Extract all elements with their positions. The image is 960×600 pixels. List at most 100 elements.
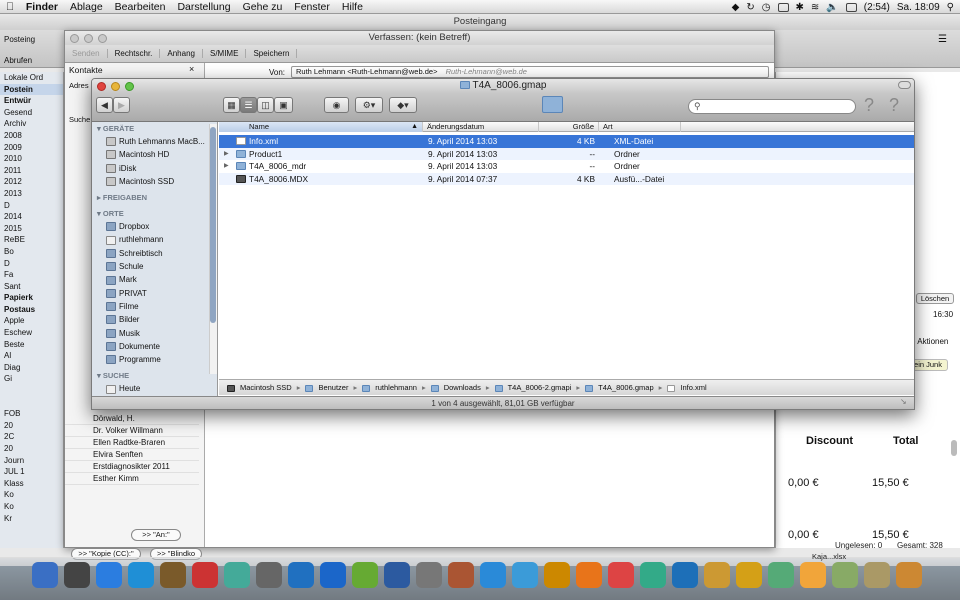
sidebar-item-dropbox[interactable]: Dropbox (92, 220, 217, 233)
sidebar-header-search[interactable]: ▾ SUCHE (92, 369, 217, 382)
dock-firefox-icon[interactable] (576, 562, 602, 588)
sidebar-item-schule[interactable]: Schule (92, 260, 217, 273)
mail-folder-item[interactable]: Bo (0, 246, 63, 258)
path-segment[interactable]: T4A_8006-2.gmapi ▸ (494, 380, 584, 395)
display-icon[interactable] (777, 2, 789, 12)
mail-folder-item[interactable]: Entwür (0, 95, 63, 107)
mail-folder-item[interactable]: Apple (0, 315, 63, 327)
contact-row[interactable]: Dörwald, H. (65, 413, 199, 425)
toolbar-toggle-button[interactable] (898, 81, 911, 89)
apple-menu-icon[interactable]:  (0, 1, 20, 13)
menu-gehe-zu[interactable]: Gehe zu (237, 1, 289, 13)
mail-menu-icon[interactable]: ☰ (938, 34, 947, 45)
coverflow-view-button[interactable]: ▣ (274, 97, 293, 113)
sidebar-item-macintosh-ssd[interactable]: Macintosh SSD (92, 175, 217, 188)
dock-finder-icon[interactable] (32, 562, 58, 588)
mail-folder-item[interactable]: Gi (0, 373, 63, 385)
path-segment[interactable]: Macintosh SSD ▸ (227, 380, 303, 395)
disclosure-triangle-icon[interactable]: ▶ (224, 148, 229, 161)
mail-folder-item[interactable]: 2014 (0, 211, 63, 223)
mail-folder-item[interactable]: 2C (0, 431, 63, 443)
search-input[interactable]: ⚲ (688, 99, 856, 114)
attach-button[interactable]: Anhang (160, 49, 203, 58)
mail-folder-item[interactable]: Fa (0, 269, 63, 281)
save-button[interactable]: Speichern (246, 49, 298, 58)
mail-folder-item[interactable]: 2010 (0, 153, 63, 165)
compose-minimize-button[interactable] (84, 34, 93, 43)
path-segment[interactable]: T4A_8006.gmap ▸ (585, 380, 665, 395)
sidebar-item-today[interactable]: Heute (92, 382, 217, 395)
menu-hilfe[interactable]: Hilfe (336, 1, 369, 13)
sidebar-item-home[interactable]: ruthlehmann (92, 233, 217, 246)
battery-icon[interactable] (845, 2, 857, 12)
menu-ablage[interactable]: Ablage (64, 1, 109, 13)
path-segment[interactable]: Info.xml (667, 380, 707, 395)
column-header-date[interactable]: Änderungsdatum (423, 122, 539, 132)
sync-icon[interactable]: ↻ (746, 2, 754, 13)
sidebar-item-applications[interactable]: Programme (92, 353, 217, 366)
from-select[interactable]: Ruth Lehmann <Ruth-Lehmann@web.de> Ruth-… (291, 66, 769, 78)
resize-grip[interactable]: ↘ (900, 397, 907, 406)
dock-pineapple-icon[interactable] (768, 562, 794, 588)
mail-folder-item[interactable]: Sant (0, 281, 63, 293)
column-header-kind[interactable]: Art (599, 122, 681, 132)
mail-folder-item[interactable]: Gesend (0, 107, 63, 119)
mail-folder-item[interactable]: 2008 (0, 130, 63, 142)
menu-darstellung[interactable]: Darstellung (171, 1, 236, 13)
dock-preview-icon[interactable] (192, 562, 218, 588)
dock-dashboard-icon[interactable] (64, 562, 90, 588)
contact-row[interactable]: Esther Kimm (65, 473, 199, 485)
delete-button[interactable]: Löschen (916, 293, 954, 304)
mail-folder-item[interactable]: Ko (0, 501, 63, 513)
mail-folder-item[interactable]: ReBE (0, 234, 63, 246)
file-row[interactable]: ▶ Product1 9. April 2014 13:03 -- Ordner (219, 147, 914, 161)
sidebar-item-idisk[interactable]: iDisk (92, 162, 217, 175)
mail-folder-item[interactable]: Archiv (0, 118, 63, 130)
menu-fenster[interactable]: Fenster (288, 1, 336, 13)
sidebar-header-shares[interactable]: ▸ FREIGABEN (92, 191, 217, 204)
path-segment[interactable]: Benutzer ▸ (305, 380, 360, 395)
mail-folder-item[interactable]: Eschew (0, 327, 63, 339)
file-row[interactable]: Info.xml 9. April 2014 13:03 4 KB XML-Datei (219, 135, 914, 148)
sidebar-item-documents[interactable]: Dokumente (92, 340, 217, 353)
dock-pencil-icon[interactable] (352, 562, 378, 588)
wifi-icon[interactable]: ≋ (811, 2, 819, 13)
spellcheck-button[interactable]: Rechtschr. (108, 49, 161, 58)
dock-app-icon[interactable] (384, 562, 410, 588)
mail-folder-item[interactable]: 2012 (0, 176, 63, 188)
add-to-button[interactable]: >> "An:" (131, 529, 181, 541)
mail-folder-item[interactable]: Al (0, 350, 63, 362)
mail-folder-item[interactable]: Postaus (0, 304, 63, 316)
mail-folder-item[interactable]: Postein (0, 83, 63, 96)
dock-trash-icon[interactable] (896, 562, 922, 588)
path-segment[interactable]: Downloads ▸ (430, 380, 493, 395)
column-header-size[interactable]: Größe (539, 122, 599, 132)
sidebar-item-pictures[interactable]: Bilder (92, 313, 217, 326)
dock-photoshop-icon[interactable] (288, 562, 314, 588)
dock-safari-icon[interactable] (96, 562, 122, 588)
dock-app-icon[interactable] (480, 562, 506, 588)
mail-folder-item[interactable]: 2009 (0, 142, 63, 154)
sidebar-item-music[interactable]: Musik (92, 327, 217, 340)
menu-app-name[interactable]: Finder (20, 1, 64, 13)
dock-app-icon[interactable] (704, 562, 730, 588)
mail-folder-item[interactable]: FOB (0, 408, 63, 420)
dock-illustrator-icon[interactable] (800, 562, 826, 588)
mail-folder-item[interactable]: Papierk (0, 292, 63, 304)
sidebar-header-places[interactable]: ▾ ORTE (92, 207, 217, 220)
finder-minimize-button[interactable] (111, 82, 120, 91)
dock-app-icon[interactable] (320, 562, 346, 588)
dock-app-icon[interactable] (736, 562, 762, 588)
smime-button[interactable]: S/MIME (203, 49, 247, 58)
dock-butterfly-icon[interactable] (672, 562, 698, 588)
mail-folder-item[interactable]: 2011 (0, 165, 63, 177)
menubar-clock[interactable]: Sa. 18:09 (897, 2, 940, 13)
path-segment[interactable]: ruthlehmann ▸ (362, 380, 428, 395)
mail-folder-item[interactable]: Kr (0, 513, 63, 525)
dock-thunderbird-icon[interactable] (608, 562, 634, 588)
contact-row[interactable]: Erstdiagnosikter 2011 (65, 461, 199, 473)
contacts-close-icon[interactable]: × (189, 64, 194, 74)
forward-button[interactable]: ▶ (113, 97, 130, 113)
mail-folder-item[interactable]: Diag (0, 362, 63, 374)
inbox-tab[interactable]: Posteing (4, 35, 35, 44)
